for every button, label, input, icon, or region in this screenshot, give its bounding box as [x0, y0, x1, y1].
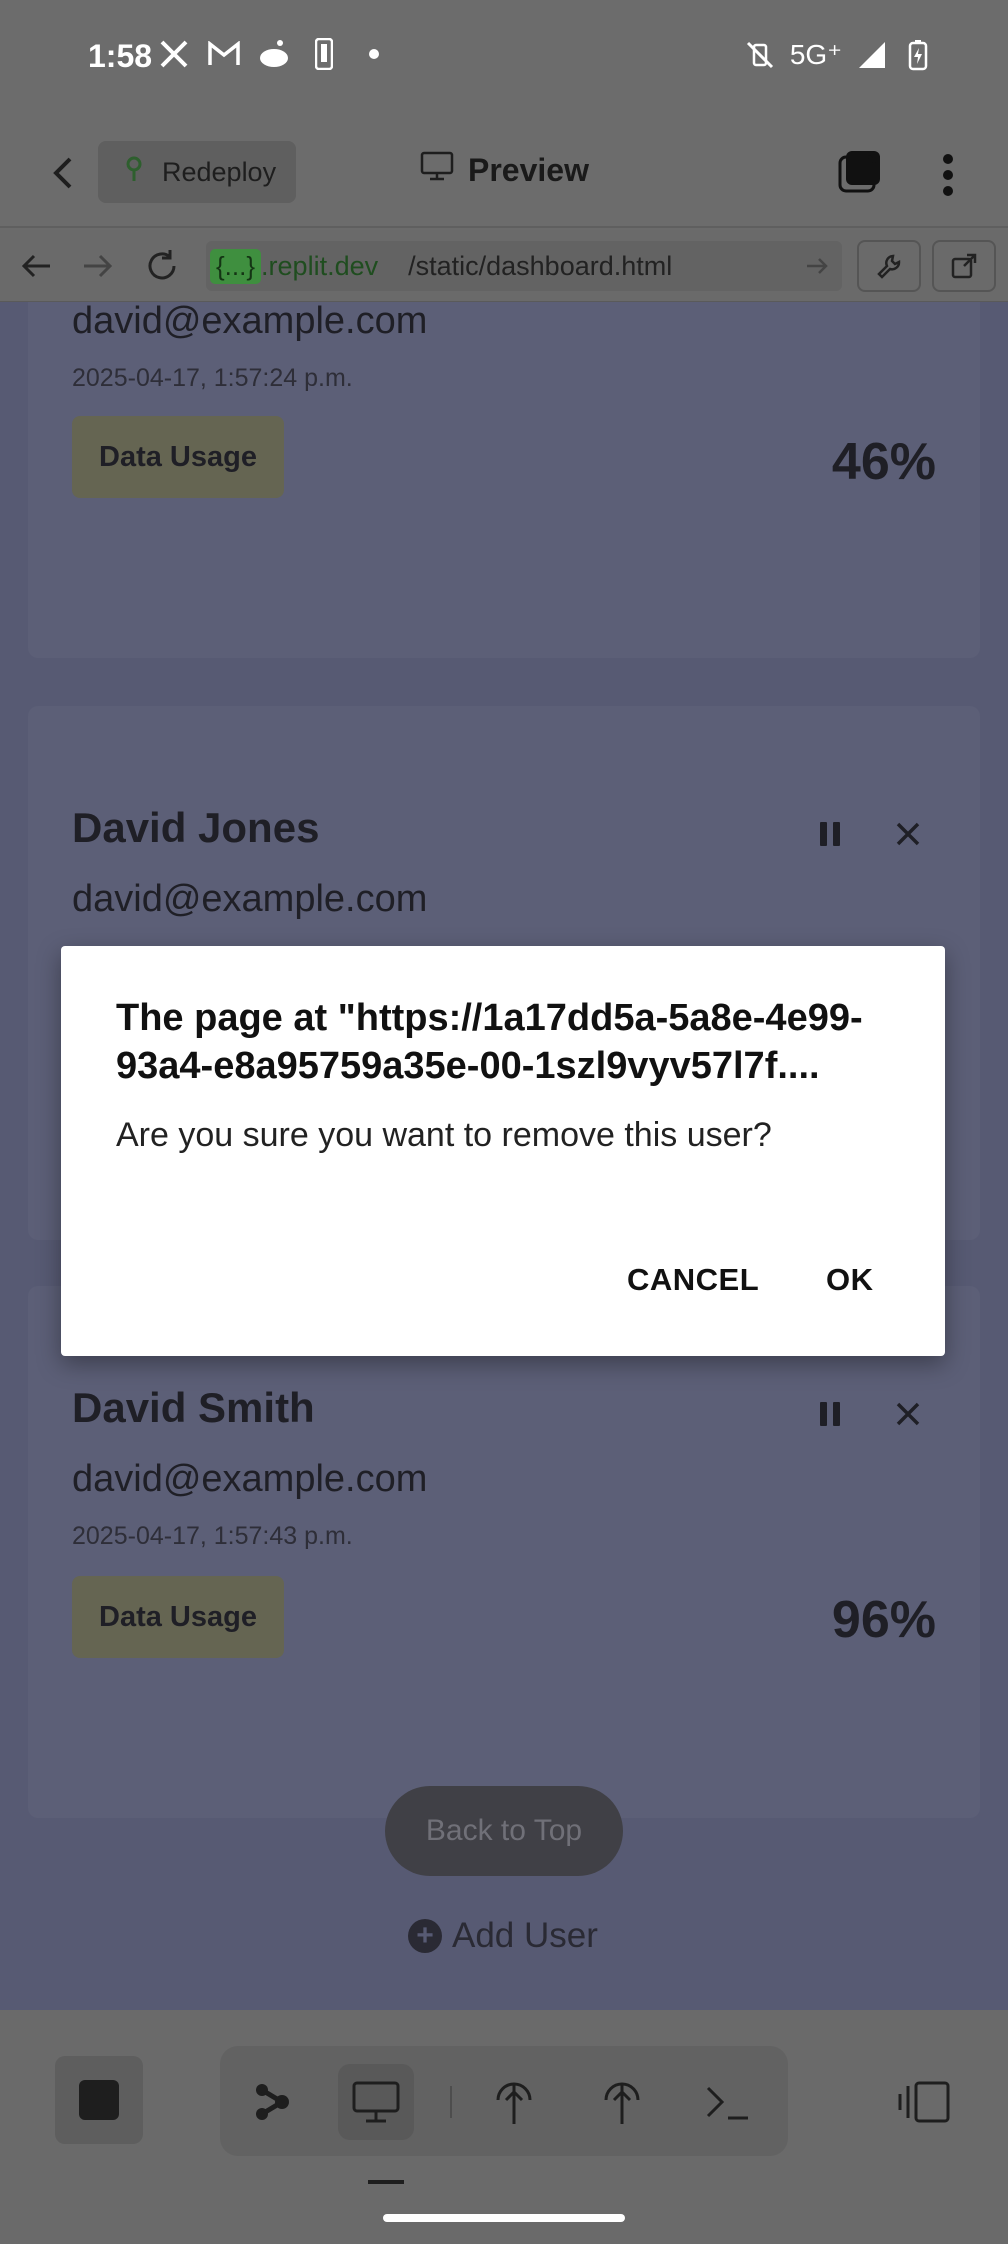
open-external-icon[interactable]	[932, 240, 996, 292]
cancel-button[interactable]: CANCEL	[627, 1262, 759, 1298]
usage-percent: 96%	[831, 1591, 936, 1649]
network-type: 5G⁺	[789, 39, 842, 70]
data-usage-button[interactable]: Data Usage	[72, 416, 284, 498]
tool-group	[220, 2046, 788, 2156]
status-bar: 1:58 5G⁺	[0, 0, 1008, 115]
notification-icons	[158, 38, 390, 70]
user-timestamp: 2025-04-17, 1:57:43 p.m.	[72, 1522, 353, 1550]
user-card: David Smith david@example.com 2025-04-17…	[28, 1286, 980, 1818]
pause-user-icon[interactable]	[812, 1396, 848, 1432]
user-timestamp: 2025-04-17, 1:57:24 p.m.	[72, 364, 353, 392]
system-status-icons: 5G⁺	[744, 38, 934, 71]
replit-header: Redeploy Preview	[0, 115, 1008, 228]
devtools-wrench-icon[interactable]	[857, 240, 921, 292]
redeploy-button[interactable]: Redeploy	[98, 141, 296, 203]
add-user-button[interactable]: + Add User	[408, 1916, 598, 1956]
gmail-icon	[208, 38, 240, 70]
reload-icon[interactable]	[142, 246, 182, 286]
agent-icon[interactable]	[234, 2064, 310, 2140]
status-time: 1:58	[88, 38, 153, 74]
remove-user-icon[interactable]	[890, 1396, 926, 1432]
back-button[interactable]	[44, 153, 84, 193]
url-domain-tag: {...}	[210, 248, 262, 284]
dialog-title: The page at "https://1a17dd5a-5a8e-4e99-…	[116, 997, 863, 1087]
shell-terminal-icon[interactable]	[690, 2064, 766, 2140]
user-email: david@example.com	[72, 302, 428, 342]
deploy-icon	[120, 155, 148, 190]
data-usage-button[interactable]: Data Usage	[72, 1576, 284, 1658]
url-field[interactable]: {...} .replit.dev /static/dashboard.html	[206, 241, 842, 291]
vibrate-off-icon	[744, 39, 776, 71]
workspace-toolbar	[0, 2010, 1008, 2244]
preview-monitor-icon[interactable]	[338, 2064, 414, 2140]
back-to-top-button[interactable]: Back to Top	[385, 1786, 623, 1876]
url-go-icon[interactable]	[804, 253, 830, 286]
url-domain: .replit.dev	[261, 250, 379, 281]
user-email: david@example.com	[72, 878, 428, 920]
user-name: David Smith	[72, 1384, 315, 1431]
more-notifications-dot-icon	[358, 38, 390, 70]
deploy-tree-icon[interactable]	[476, 2064, 552, 2140]
preview-tab[interactable]: Preview	[420, 151, 589, 189]
confirm-dialog: The page at "https://1a17dd5a-5a8e-4e99-…	[61, 946, 945, 1356]
user-email: david@example.com	[72, 1458, 428, 1500]
home-gesture-bar[interactable]	[383, 2214, 625, 2222]
active-tab-indicator	[368, 2180, 404, 2184]
monitor-icon	[420, 151, 454, 189]
redeploy-label: Redeploy	[162, 156, 277, 187]
browser-forward-icon[interactable]	[78, 246, 118, 286]
deployments-icon[interactable]	[584, 2064, 660, 2140]
panel-switch-icon[interactable]	[896, 2080, 952, 2129]
url-bar: {...} .replit.dev /static/dashboard.html	[0, 230, 1008, 302]
usage-percent: 46%	[831, 433, 936, 491]
stop-button[interactable]	[55, 2056, 143, 2144]
x-app-icon	[158, 38, 190, 70]
url-path: /static/dashboard.html	[408, 250, 673, 281]
pause-user-icon[interactable]	[812, 816, 848, 852]
dialog-message: Are you sure you want to remove this use…	[116, 1116, 772, 1154]
stop-icon	[79, 2080, 119, 2120]
more-options-icon[interactable]	[942, 153, 954, 202]
battery-charging-icon	[902, 39, 934, 71]
reddit-icon	[258, 38, 290, 70]
preview-label: Preview	[468, 151, 589, 188]
ok-button[interactable]: OK	[826, 1262, 874, 1298]
toolbar-divider	[450, 2086, 452, 2118]
signal-icon	[856, 39, 888, 71]
add-user-label: Add User	[452, 1916, 598, 1955]
plus-icon: +	[408, 1919, 442, 1953]
tabs-icon[interactable]	[836, 147, 884, 200]
user-name: David Jones	[72, 804, 320, 851]
nba-icon	[308, 38, 340, 70]
user-card: david@example.com 2025-04-17, 1:57:24 p.…	[28, 302, 980, 658]
browser-back-icon[interactable]	[16, 246, 56, 286]
remove-user-icon[interactable]	[890, 816, 926, 852]
